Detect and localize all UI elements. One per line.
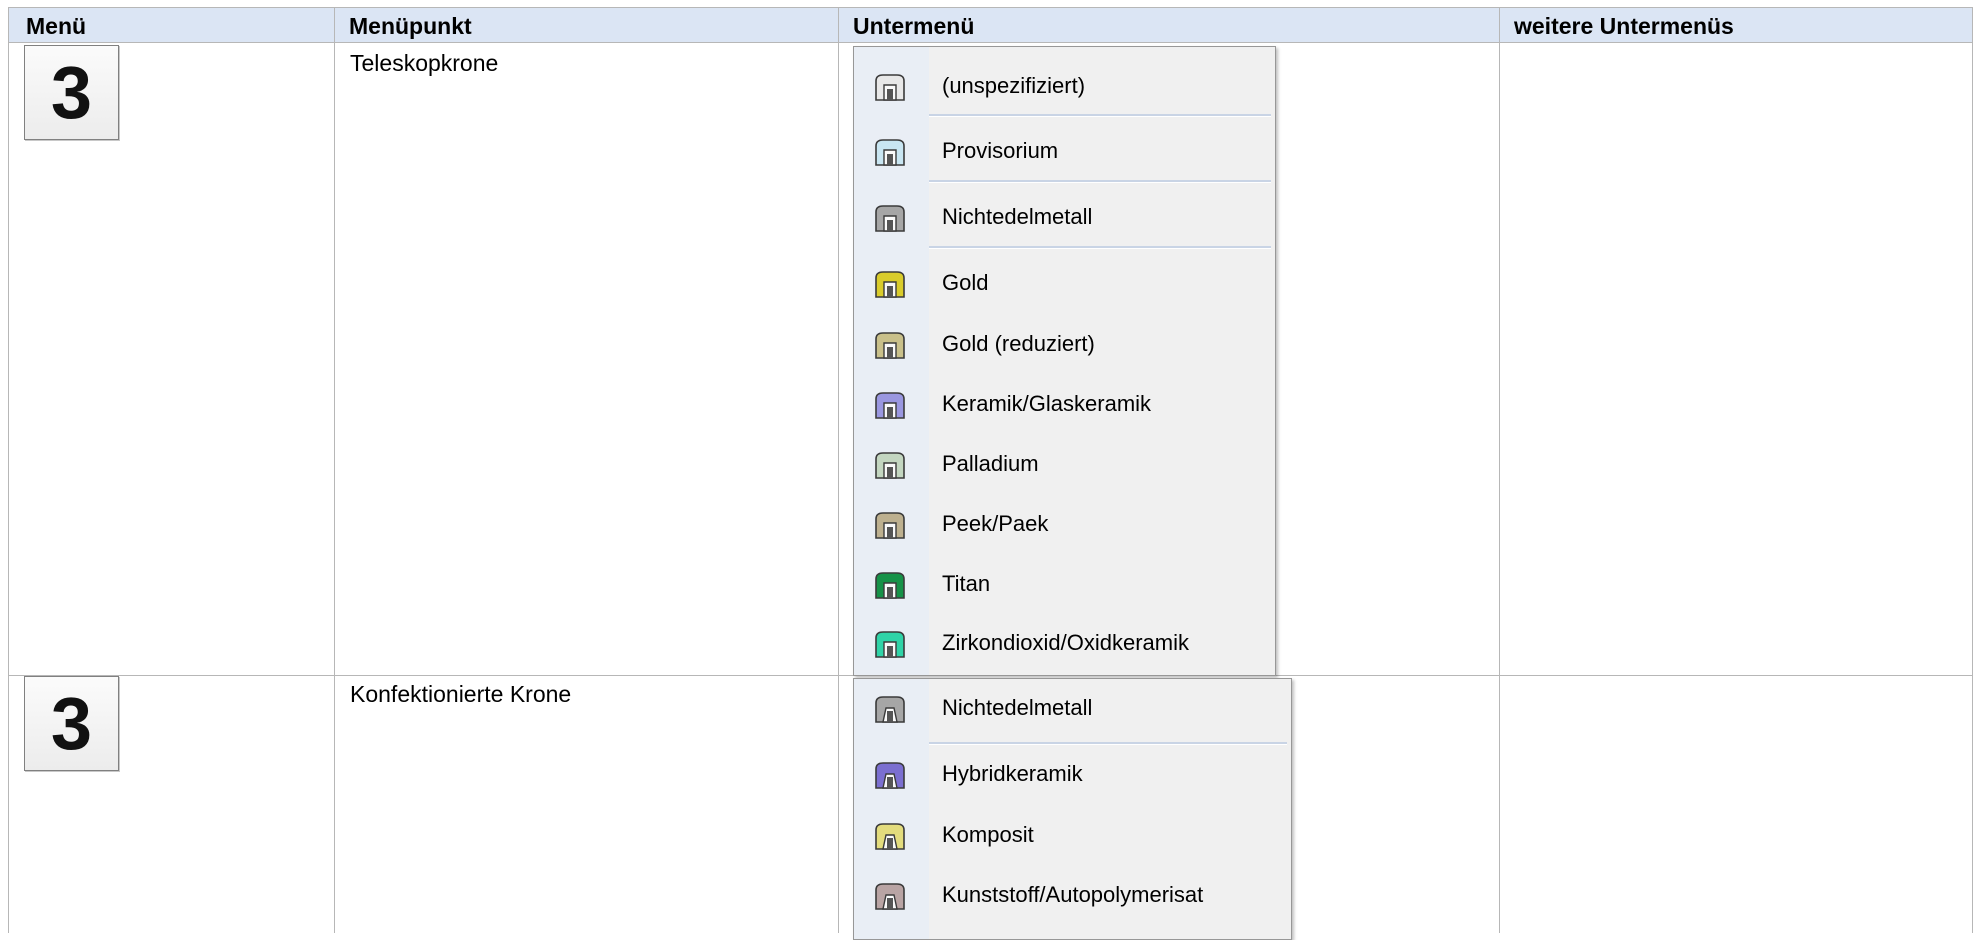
crown-gold-reduced-icon bbox=[873, 331, 907, 359]
menu-key-label: 3 bbox=[50, 681, 93, 765]
header-menu-item: Menüpunkt bbox=[349, 13, 472, 39]
submenu-teleskopkrone: (unspezifiziert) Provisorium Nichtedelmeta… bbox=[853, 46, 1276, 676]
menu-option[interactable]: Peek/Paek bbox=[854, 495, 1275, 553]
menu-option-label: Titan bbox=[942, 571, 991, 596]
table-border-top bbox=[8, 7, 1973, 8]
menu-option-label: Hybridkeramik bbox=[942, 761, 1083, 786]
menu-option[interactable]: Gold bbox=[854, 254, 1275, 312]
menu-option-label: Palladium bbox=[942, 451, 1039, 476]
menu-option[interactable]: Gold (reduziert) bbox=[854, 315, 1275, 373]
menu-item-teleskopkrone: Teleskopkrone bbox=[350, 50, 499, 76]
submenu-konfektionierte-krone: Nichtedelmetall Hybridkeramik Komposit Kuns… bbox=[853, 678, 1292, 940]
menu-separator bbox=[929, 246, 1271, 249]
menu-option-label: Keramik/Glaskeramik bbox=[942, 391, 1152, 416]
crown-ceramic-icon bbox=[873, 391, 907, 419]
menu-option[interactable]: Titan bbox=[854, 555, 1275, 613]
menu-option[interactable]: Nichtedelmetall bbox=[854, 188, 1275, 246]
menu-option-label: Provisorium bbox=[942, 138, 1059, 163]
menu-key-3-icon: 3 bbox=[24, 676, 119, 771]
menu-option[interactable]: Kunststoff/Autopolymerisat bbox=[854, 866, 1291, 924]
menu-option-label: Komposit bbox=[942, 822, 1034, 847]
menu-separator bbox=[929, 180, 1271, 183]
menu-option-label: Gold bbox=[942, 270, 989, 295]
crown-titanium-icon bbox=[873, 571, 907, 599]
menu-option[interactable]: Komposit bbox=[854, 806, 1291, 864]
menu-option[interactable]: Nichtedelmetall bbox=[854, 679, 1291, 737]
menu-option-label: Zirkondioxid/Oxidkeramik bbox=[942, 630, 1189, 655]
menu-option-label: Gold (reduziert) bbox=[942, 331, 1095, 356]
header-divider bbox=[8, 42, 1973, 43]
crown-unspecified-icon bbox=[873, 73, 907, 101]
column-divider bbox=[1499, 7, 1500, 933]
table-border-left bbox=[8, 7, 9, 933]
menu-key-3-icon: 3 bbox=[24, 45, 119, 140]
header-menu: Menü bbox=[26, 13, 87, 39]
menu-key-label: 3 bbox=[50, 50, 93, 134]
menu-option-label: Nichtedelmetall bbox=[942, 204, 1093, 229]
menu-option[interactable]: Zirkondioxid/Oxidkeramik bbox=[854, 614, 1275, 672]
crown-zirconia-icon bbox=[873, 630, 907, 658]
menu-option[interactable]: Provisorium bbox=[854, 122, 1275, 180]
prefab-crown-composite-icon bbox=[873, 822, 907, 850]
table-border-right bbox=[1972, 7, 1973, 933]
column-divider bbox=[838, 7, 839, 933]
header-submenu: Untermenü bbox=[853, 13, 975, 39]
menu-option[interactable]: Palladium bbox=[854, 435, 1275, 493]
menu-option-label: Peek/Paek bbox=[942, 511, 1049, 536]
prefab-crown-base-metal-icon bbox=[873, 695, 907, 723]
prefab-crown-hybrid-ceramic-icon bbox=[873, 761, 907, 789]
crown-gold-icon bbox=[873, 270, 907, 298]
menu-option-label: (unspezifiziert) bbox=[942, 73, 1086, 98]
crown-base-metal-icon bbox=[873, 204, 907, 232]
prefab-crown-resin-icon bbox=[873, 882, 907, 910]
crown-peek-icon bbox=[873, 511, 907, 539]
menu-option[interactable]: (unspezifiziert) bbox=[854, 57, 1275, 115]
menu-option-label: Kunststoff/Autopolymerisat bbox=[942, 882, 1204, 907]
menu-option[interactable]: Hybridkeramik bbox=[854, 745, 1291, 803]
header-more-submenus: weitere Untermenüs bbox=[1514, 13, 1734, 39]
crown-provisional-icon bbox=[873, 138, 907, 166]
menu-option[interactable]: Keramik/Glaskeramik bbox=[854, 375, 1275, 433]
crown-palladium-icon bbox=[873, 451, 907, 479]
menu-option-label: Nichtedelmetall bbox=[942, 695, 1093, 720]
menu-item-konfektionierte-krone: Konfektionierte Krone bbox=[350, 681, 572, 707]
column-divider bbox=[334, 7, 335, 933]
